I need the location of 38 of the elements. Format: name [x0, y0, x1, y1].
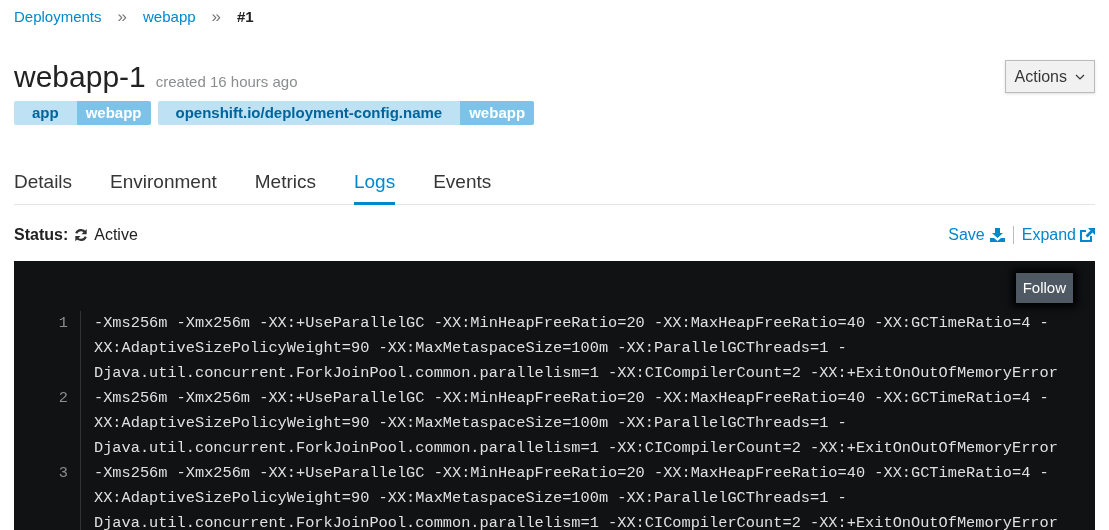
log-line: -Xms256m -Xmx256m -XX:+UseParallelGC -XX:MinHeapFreeRatio=20 -XX:MaxHeapFreeRatio=40 -XX:GCTimeRatio=4 - [94, 463, 1050, 484]
log-line: Djava.util.concurrent.ForkJoinPool.common.parallelism=1 -XX:CICompilerCount=2 -XX:+ExitOnOutOfMemoryError [94, 363, 1058, 384]
download-icon [989, 228, 1005, 242]
refresh-icon [74, 228, 89, 242]
breadcrumb-link[interactable]: webapp [143, 5, 196, 29]
label-key: app [14, 101, 77, 125]
breadcrumb-current: #1 [237, 6, 254, 27]
line-number: 3 [57, 463, 69, 484]
expand-link[interactable]: Expand [1021, 223, 1095, 247]
caret-icon [1075, 73, 1085, 80]
created-time: created 16 hours ago [155, 72, 298, 92]
tab[interactable]: Details [14, 163, 73, 205]
label-value: webapp [76, 101, 151, 125]
tab[interactable]: Environment [110, 163, 217, 205]
follow-button[interactable]: Follow [1015, 273, 1073, 303]
tab[interactable]: Metrics [254, 163, 316, 205]
log-line: Djava.util.concurrent.ForkJoinPool.common.parallelism=1 -XX:CICompilerCount=2 -XX:+ExitOnOutOfMemoryError [94, 438, 1058, 459]
log-line: Djava.util.concurrent.ForkJoinPool.common.parallelism=1 -XX:CICompilerCount=2 -XX:+ExitOnOutOfMemoryError [94, 513, 1058, 530]
line-number: 2 [57, 388, 69, 409]
label-key: openshift.io/deployment-config.name [157, 101, 461, 125]
log-line: XX:AdaptiveSizePolicyWeight=90 -XX:MaxMetaspaceSize=100m -XX:ParallelGCThreads=1 - [94, 413, 848, 434]
breadcrumb-link[interactable]: Deployments [14, 5, 102, 29]
external-link-icon [1079, 227, 1095, 243]
page-title: webapp-1 [14, 59, 146, 95]
log-line: -Xms256m -Xmx256m -XX:+UseParallelGC -XX:MinHeapFreeRatio=20 -XX:MaxHeapFreeRatio=40 -XX:GCTimeRatio=4 - [94, 313, 1050, 334]
status-label: Status: [14, 225, 69, 245]
breadcrumb-separator: » [117, 6, 127, 29]
label-value: webapp [460, 101, 535, 125]
breadcrumb-separator: » [211, 6, 222, 29]
tab[interactable]: Logs [354, 163, 396, 205]
status-value: Active [94, 225, 138, 245]
tab[interactable]: Events [433, 163, 492, 205]
log-line: XX:AdaptiveSizePolicyWeight=90 -XX:MaxMetaspaceSize=100m -XX:ParallelGCThreads=1 - [94, 338, 848, 359]
save-link[interactable]: Save [948, 223, 1005, 247]
log-line: -Xms256m -Xmx256m -XX:+UseParallelGC -XX:MinHeapFreeRatio=20 -XX:MaxHeapFreeRatio=40 -XX:GCTimeRatio=4 - [94, 388, 1050, 409]
line-number: 1 [57, 313, 69, 334]
log-line: XX:AdaptiveSizePolicyWeight=90 -XX:MaxMetaspaceSize=100m -XX:ParallelGCThreads=1 - [94, 488, 848, 509]
actions-button[interactable]: Actions [1004, 60, 1095, 93]
